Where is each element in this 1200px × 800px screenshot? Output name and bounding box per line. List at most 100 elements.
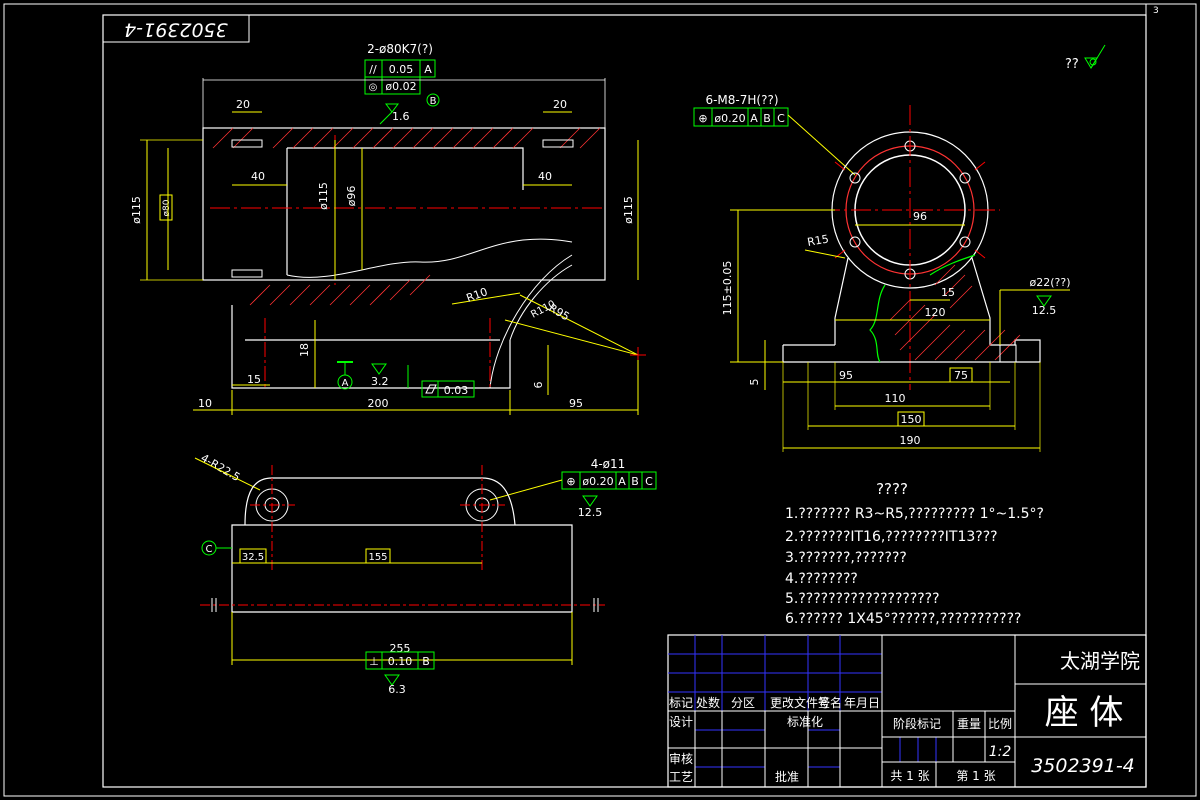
flat-val: 0.03 bbox=[444, 384, 469, 397]
tb-school: 太湖学院 bbox=[1060, 649, 1140, 673]
tb-biaoji: 标记 bbox=[669, 696, 693, 710]
inner-bore bbox=[286, 147, 524, 275]
perp-ref: B bbox=[422, 655, 430, 668]
dim-6: 6 bbox=[532, 382, 545, 389]
dim-32-5: 32.5 bbox=[242, 552, 264, 563]
top-outline bbox=[231, 524, 573, 613]
dim-20b: 20 bbox=[553, 98, 567, 111]
tb-jieduan: 阶段标记 bbox=[893, 716, 941, 731]
note-2: 2.???????IT16,????????IT13??? bbox=[785, 529, 998, 545]
datum-c: C bbox=[206, 544, 213, 555]
technical-notes: ???? 1.??????? R3~R5,????????? 1°~1.5°? … bbox=[785, 480, 1044, 627]
r110-leader bbox=[504, 319, 639, 356]
dim-40b: 40 bbox=[538, 170, 552, 183]
dim-40a: 40 bbox=[251, 170, 265, 183]
roughness-note: ?? bbox=[1065, 57, 1079, 72]
tb-scale: 1:2 bbox=[989, 744, 1012, 760]
dim-115a: ø115 bbox=[130, 196, 143, 224]
dim-115b: ø115 bbox=[317, 182, 330, 210]
side-dim-5: 5 bbox=[748, 379, 761, 386]
hole-label: 4-ø11 bbox=[591, 457, 626, 471]
note-1: 1.??????? R3~R5,????????? 1°~1.5°? bbox=[785, 506, 1044, 522]
dim-18: 18 bbox=[298, 343, 311, 357]
top-rough-12-5: 12.5 bbox=[578, 506, 603, 519]
side-ref-a: A bbox=[750, 112, 758, 125]
dim-115c: ø115 bbox=[622, 196, 635, 224]
tb-nianyueri: 年月日 bbox=[844, 696, 880, 710]
top-ref-c: C bbox=[645, 475, 653, 488]
tb-gong: 共 1 张 bbox=[890, 769, 929, 783]
side-tol-val: ø0.20 bbox=[714, 112, 745, 125]
body-outline bbox=[202, 127, 606, 281]
tb-zhongliang: 重量 bbox=[957, 717, 981, 731]
note-3: 3.???????,??????? bbox=[785, 550, 907, 566]
top-view: 4-R22.5 4-ø11 ⊕ ø0.20 A B C 12.5 C 32.5 … bbox=[194, 451, 657, 696]
top-tol-val: ø0.20 bbox=[582, 475, 613, 488]
dim-r10: R10 bbox=[465, 285, 490, 305]
side-view: 6-M8-7H(??) ⊕ ø0.20 A B C 96 R15 115±0.0… bbox=[693, 93, 1071, 452]
top-ref-a: A bbox=[618, 475, 626, 488]
inner-border bbox=[102, 14, 1147, 788]
bolt-hole-tl bbox=[231, 139, 263, 148]
drawing-number-rotated: 3502391-4 bbox=[124, 19, 228, 41]
side-dim-22: ø22(??) bbox=[1030, 276, 1071, 289]
side-dim-96: 96 bbox=[913, 210, 927, 223]
dim-20a: 20 bbox=[236, 98, 250, 111]
sheet-marker: 3 bbox=[1153, 6, 1159, 16]
tb-di: 第 1 张 bbox=[956, 769, 995, 783]
support-arm bbox=[489, 254, 573, 389]
side-dim-95: 95 bbox=[839, 369, 853, 382]
top-ref-b: B bbox=[631, 475, 639, 488]
side-dim-190: 190 bbox=[900, 434, 921, 447]
rough-3-2: 3.2 bbox=[371, 375, 389, 388]
flat-symbol bbox=[425, 384, 437, 394]
notes-title: ???? bbox=[876, 480, 908, 498]
top-tol-leader bbox=[489, 479, 563, 501]
dim-95: 95 bbox=[569, 397, 583, 410]
tb-qianming: 签名 bbox=[818, 695, 842, 710]
tb-sheji: 设计 bbox=[669, 715, 693, 729]
note-5: 5.??????????????????? bbox=[785, 591, 940, 607]
tol2-val: ø0.02 bbox=[385, 80, 416, 93]
tb-bili: 比例 bbox=[988, 717, 1012, 731]
r15-leader bbox=[804, 249, 846, 259]
note-4: 4.???????? bbox=[785, 571, 858, 587]
tb-gongyi: 工艺 bbox=[669, 770, 693, 784]
base-side bbox=[782, 339, 1041, 363]
side-ref-c: C bbox=[777, 112, 785, 125]
tb-chushu: 处数 bbox=[696, 695, 720, 710]
tol1-sym: // bbox=[369, 63, 377, 76]
r-leader bbox=[194, 457, 261, 491]
bolt-hole-bl bbox=[231, 269, 263, 278]
side-ref-b: B bbox=[763, 112, 771, 125]
tb-biaozhunhua: 标准化 bbox=[787, 715, 823, 729]
side-dim-75: 75 bbox=[954, 369, 968, 382]
perp-sym: ⊥ bbox=[369, 655, 379, 668]
dim-155: 155 bbox=[368, 552, 387, 563]
front-tolerance-frame: 2-ø80K7(?) // 0.05 A ◎ ø0.02 B 1.6 bbox=[364, 42, 440, 125]
tol1-val: 0.05 bbox=[389, 63, 414, 76]
rough-1-6-leader bbox=[379, 111, 393, 125]
note-6: 6.?????? 1X45°??????,??????????? bbox=[785, 611, 1021, 627]
tol2-sym: ◎ bbox=[369, 82, 378, 93]
side-dim-150: 150 bbox=[901, 413, 922, 426]
datum-b: B bbox=[430, 96, 437, 107]
drawing-canvas: 3 3502391-4 2-ø80K7(?) // 0.05 A ◎ ø0.02… bbox=[3, 3, 1197, 797]
tb-drawing-number: 3502391-4 bbox=[1031, 755, 1135, 777]
support-right bbox=[971, 257, 991, 345]
side-cut-curve bbox=[869, 284, 886, 363]
top-rough-symbol bbox=[582, 495, 598, 507]
tol1-ref: A bbox=[424, 63, 432, 76]
rough-1-6: 1.6 bbox=[392, 110, 410, 123]
hatch-top bbox=[212, 127, 601, 149]
support-left bbox=[834, 257, 849, 345]
top-centerlines bbox=[200, 465, 605, 606]
tb-shenhe: 审核 bbox=[669, 751, 693, 766]
perp-val: 0.10 bbox=[388, 655, 413, 668]
bolt-hole-tr bbox=[542, 139, 574, 148]
front-view: 2-ø80K7(?) // 0.05 A ◎ ø0.02 B 1.6 20 20 bbox=[130, 42, 646, 415]
dim-255: 255 bbox=[390, 642, 411, 655]
dim-96: ø96 bbox=[345, 186, 358, 207]
top-tol-sym: ⊕ bbox=[566, 475, 575, 488]
side-dim-120: 120 bbox=[925, 306, 946, 319]
